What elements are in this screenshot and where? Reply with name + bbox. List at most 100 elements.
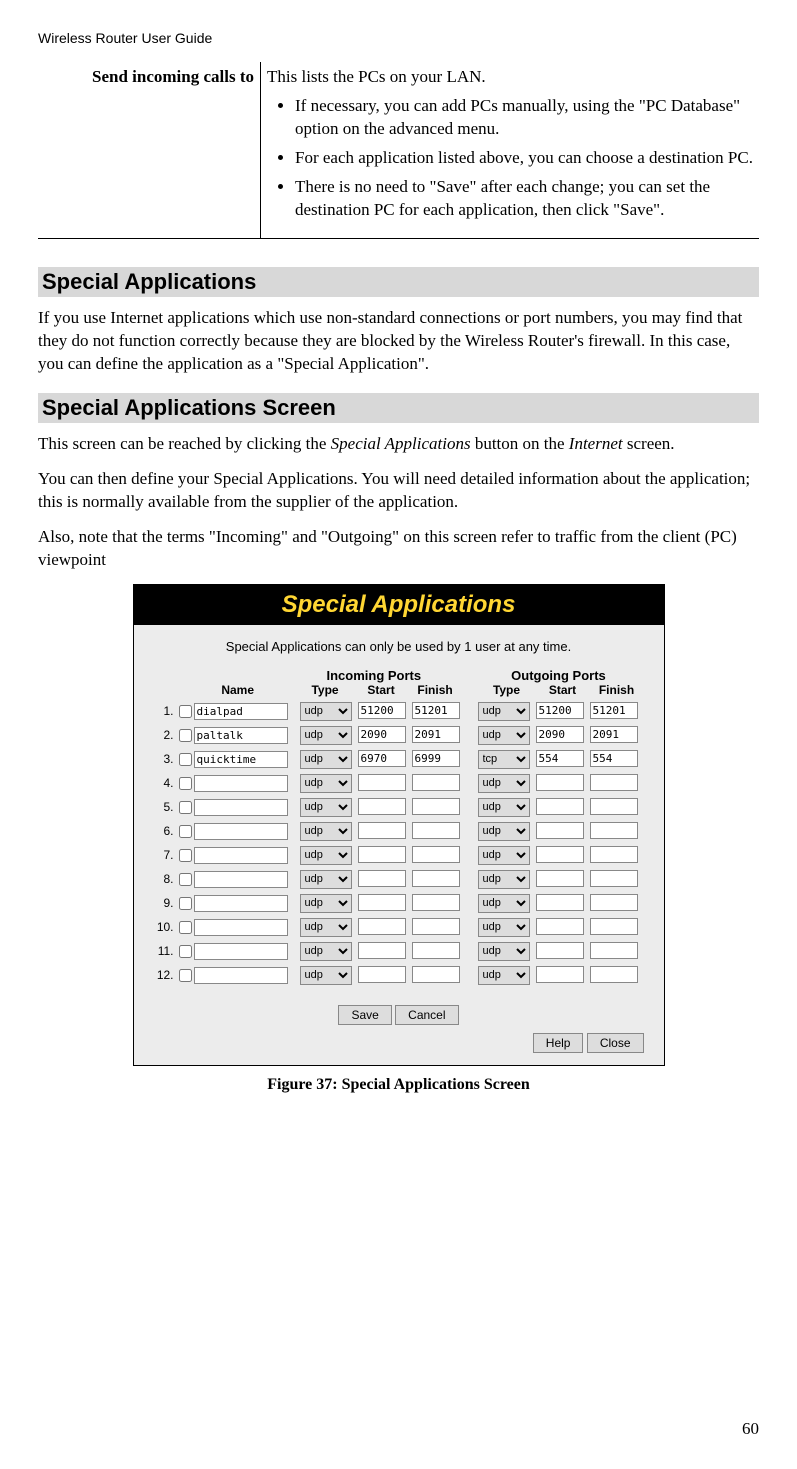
- name-field[interactable]: [194, 967, 288, 984]
- outgoing-type-select[interactable]: udptcp: [478, 822, 530, 841]
- outgoing-start-field[interactable]: [536, 726, 584, 743]
- outgoing-start-field[interactable]: [536, 846, 584, 863]
- incoming-type-select[interactable]: udptcp: [300, 846, 352, 865]
- incoming-type-select[interactable]: udptcp: [300, 822, 352, 841]
- outgoing-type-select[interactable]: udptcp: [478, 702, 530, 721]
- outgoing-type-select[interactable]: udptcp: [478, 726, 530, 745]
- incoming-finish-field[interactable]: [412, 702, 460, 719]
- incoming-finish-field[interactable]: [412, 942, 460, 959]
- outgoing-finish-field[interactable]: [590, 702, 638, 719]
- incoming-finish-field[interactable]: [412, 726, 460, 743]
- incoming-type-select[interactable]: udptcp: [300, 798, 352, 817]
- row-enable-checkbox[interactable]: [179, 921, 192, 934]
- outgoing-type-select[interactable]: udptcp: [478, 894, 530, 913]
- row-enable-checkbox[interactable]: [179, 777, 192, 790]
- outgoing-type-select[interactable]: udptcp: [478, 750, 530, 769]
- outgoing-type-select[interactable]: udptcp: [478, 798, 530, 817]
- incoming-start-field[interactable]: [358, 822, 406, 839]
- incoming-type-select[interactable]: udptcp: [300, 702, 352, 721]
- row-enable-checkbox[interactable]: [179, 945, 192, 958]
- outgoing-start-field[interactable]: [536, 966, 584, 983]
- outgoing-start-field[interactable]: [536, 750, 584, 767]
- name-field[interactable]: [194, 895, 288, 912]
- row-enable-checkbox[interactable]: [179, 873, 192, 886]
- row-enable-checkbox[interactable]: [179, 705, 192, 718]
- outgoing-finish-field[interactable]: [590, 894, 638, 911]
- name-field[interactable]: [194, 823, 288, 840]
- name-field[interactable]: [194, 871, 288, 888]
- outgoing-start-field[interactable]: [536, 918, 584, 935]
- incoming-type-select[interactable]: udptcp: [300, 750, 352, 769]
- name-field[interactable]: [194, 799, 288, 816]
- name-field[interactable]: [194, 943, 288, 960]
- name-field[interactable]: [194, 703, 288, 720]
- outgoing-finish-field[interactable]: [590, 798, 638, 815]
- outgoing-type-select[interactable]: udptcp: [478, 846, 530, 865]
- incoming-finish-field[interactable]: [412, 774, 460, 791]
- incoming-finish-field[interactable]: [412, 750, 460, 767]
- incoming-start-field[interactable]: [358, 750, 406, 767]
- incoming-start-field[interactable]: [358, 702, 406, 719]
- outgoing-start-field[interactable]: [536, 702, 584, 719]
- incoming-type-select[interactable]: udptcp: [300, 774, 352, 793]
- row-enable-checkbox[interactable]: [179, 753, 192, 766]
- name-field[interactable]: [194, 919, 288, 936]
- outgoing-finish-field[interactable]: [590, 726, 638, 743]
- incoming-start-field[interactable]: [358, 870, 406, 887]
- name-field[interactable]: [194, 727, 288, 744]
- incoming-finish-field[interactable]: [412, 894, 460, 911]
- save-button[interactable]: Save: [338, 1005, 391, 1025]
- incoming-start-field[interactable]: [358, 846, 406, 863]
- outgoing-finish-field[interactable]: [590, 966, 638, 983]
- incoming-type-select[interactable]: udptcp: [300, 894, 352, 913]
- cancel-button[interactable]: Cancel: [395, 1005, 458, 1025]
- incoming-finish-field[interactable]: [412, 822, 460, 839]
- incoming-start-field[interactable]: [358, 894, 406, 911]
- outgoing-start-field[interactable]: [536, 894, 584, 911]
- incoming-start-field[interactable]: [358, 942, 406, 959]
- incoming-type-select[interactable]: udptcp: [300, 966, 352, 985]
- outgoing-start-field[interactable]: [536, 822, 584, 839]
- outgoing-finish-field[interactable]: [590, 750, 638, 767]
- outgoing-start-field[interactable]: [536, 798, 584, 815]
- incoming-finish-field[interactable]: [412, 846, 460, 863]
- outgoing-finish-field[interactable]: [590, 870, 638, 887]
- incoming-type-select[interactable]: udptcp: [300, 918, 352, 937]
- incoming-start-field[interactable]: [358, 966, 406, 983]
- outgoing-finish-field[interactable]: [590, 846, 638, 863]
- row-enable-checkbox[interactable]: [179, 849, 192, 862]
- row-enable-checkbox[interactable]: [179, 729, 192, 742]
- incoming-start-field[interactable]: [358, 798, 406, 815]
- name-field[interactable]: [194, 847, 288, 864]
- outgoing-finish-field[interactable]: [590, 774, 638, 791]
- close-button[interactable]: Close: [587, 1033, 644, 1053]
- incoming-finish-field[interactable]: [412, 870, 460, 887]
- name-field[interactable]: [194, 751, 288, 768]
- incoming-type-select[interactable]: udptcp: [300, 870, 352, 889]
- outgoing-finish-field[interactable]: [590, 942, 638, 959]
- row-enable-checkbox[interactable]: [179, 825, 192, 838]
- outgoing-start-field[interactable]: [536, 942, 584, 959]
- incoming-finish-field[interactable]: [412, 918, 460, 935]
- incoming-start-field[interactable]: [358, 726, 406, 743]
- name-field[interactable]: [194, 775, 288, 792]
- incoming-finish-field[interactable]: [412, 966, 460, 983]
- incoming-type-select[interactable]: udptcp: [300, 726, 352, 745]
- outgoing-type-select[interactable]: udptcp: [478, 918, 530, 937]
- incoming-start-field[interactable]: [358, 918, 406, 935]
- row-enable-checkbox[interactable]: [179, 801, 192, 814]
- outgoing-type-select[interactable]: udptcp: [478, 966, 530, 985]
- outgoing-type-select[interactable]: udptcp: [478, 774, 530, 793]
- row-enable-checkbox[interactable]: [179, 897, 192, 910]
- outgoing-type-select[interactable]: udptcp: [478, 942, 530, 961]
- outgoing-type-select[interactable]: udptcp: [478, 870, 530, 889]
- incoming-type-select[interactable]: udptcp: [300, 942, 352, 961]
- outgoing-start-field[interactable]: [536, 870, 584, 887]
- outgoing-finish-field[interactable]: [590, 822, 638, 839]
- outgoing-finish-field[interactable]: [590, 918, 638, 935]
- incoming-finish-field[interactable]: [412, 798, 460, 815]
- help-button[interactable]: Help: [533, 1033, 584, 1053]
- outgoing-start-field[interactable]: [536, 774, 584, 791]
- row-enable-checkbox[interactable]: [179, 969, 192, 982]
- incoming-start-field[interactable]: [358, 774, 406, 791]
